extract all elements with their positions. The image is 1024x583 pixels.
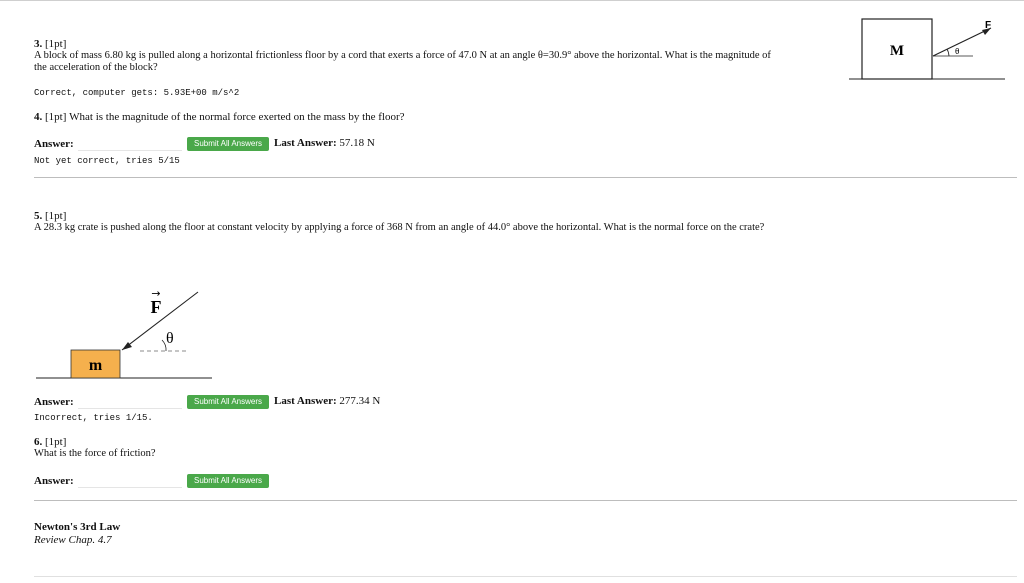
q6-points: [1pt] <box>45 436 67 448</box>
q3-status: Correct, computer gets: 5.93E+00 m/s^2 <box>34 88 240 98</box>
q6-question-text: What is the force of friction? <box>34 448 156 459</box>
q3-number: 3. <box>34 38 43 50</box>
q4-answer-input[interactable] <box>78 136 182 151</box>
q3-text-line2: the acceleration of the block? <box>34 62 158 73</box>
q5-vector-arrow-icon: → <box>151 287 160 300</box>
bottom-divider <box>34 576 1017 577</box>
q5-status: Incorrect, tries 1/15. <box>34 413 153 423</box>
section-divider-2 <box>34 500 1017 501</box>
footer-title: Newton's 3rd Law <box>34 521 121 533</box>
q5-submit-button[interactable]: Submit All Answers <box>187 395 269 409</box>
q6-answer-label: Answer: <box>34 475 74 487</box>
q5-number: 5. <box>34 210 43 222</box>
q3-force-arrow <box>932 27 992 57</box>
q3-question-text: A block of mass 6.80 kg is pulled along … <box>34 50 844 74</box>
q4-points: [1pt] <box>45 111 67 123</box>
q4-question-text: What is the magnitude of the normal forc… <box>69 111 405 123</box>
q3-heading: 3. [1pt] <box>34 38 66 50</box>
q6-answer-input[interactable] <box>78 473 182 488</box>
q6-submit-button[interactable]: Submit All Answers <box>187 474 269 488</box>
q5-angle-label: θ <box>166 330 174 347</box>
q3-points: [1pt] <box>45 38 67 50</box>
q3-force-label: F <box>985 20 991 31</box>
q3-mass-label: M <box>890 43 904 59</box>
q4-last-answer-label: Last Answer: <box>274 137 337 149</box>
footer-subtitle: Review Chap. 4.7 <box>34 534 112 546</box>
q5-question-text: A 28.3 kg crate is pushed along the floo… <box>34 222 765 233</box>
q5-mass-label: m <box>89 357 103 374</box>
q3-angle-label: θ <box>955 47 960 56</box>
q3-angle-arc <box>946 48 950 57</box>
q4-heading: 4. [1pt] What is the magnitude of the no… <box>34 111 405 123</box>
q5-last-answer-label: Last Answer: <box>274 395 337 407</box>
q5-heading: 5. [1pt] <box>34 210 66 222</box>
q5-answer-label: Answer: <box>34 396 74 408</box>
q4-status: Not yet correct, tries 5/15 <box>34 156 180 166</box>
q4-last-answer-value: 57.18 N <box>339 137 375 149</box>
q4-number: 4. <box>34 111 43 123</box>
q3-diagram: M F θ <box>849 18 1005 80</box>
q5-last-answer-value: 277.34 N <box>339 395 381 407</box>
q4-submit-button[interactable]: Submit All Answers <box>187 137 269 151</box>
q5-answer-input[interactable] <box>78 394 182 409</box>
top-divider <box>0 0 1024 1</box>
q5-points: [1pt] <box>45 210 67 222</box>
q4-last-answer: Last Answer: 57.18 N <box>274 137 375 149</box>
q6-heading: 6. [1pt] <box>34 436 66 448</box>
q6-number: 6. <box>34 436 43 448</box>
section-divider-1 <box>34 177 1017 178</box>
q5-last-answer: Last Answer: 277.34 N <box>274 395 380 407</box>
q3-text-line1: A block of mass 6.80 kg is pulled along … <box>34 50 771 61</box>
q5-diagram: m θ F → <box>36 287 212 379</box>
q5-force-label: F <box>151 297 162 317</box>
q4-answer-label: Answer: <box>34 138 74 150</box>
